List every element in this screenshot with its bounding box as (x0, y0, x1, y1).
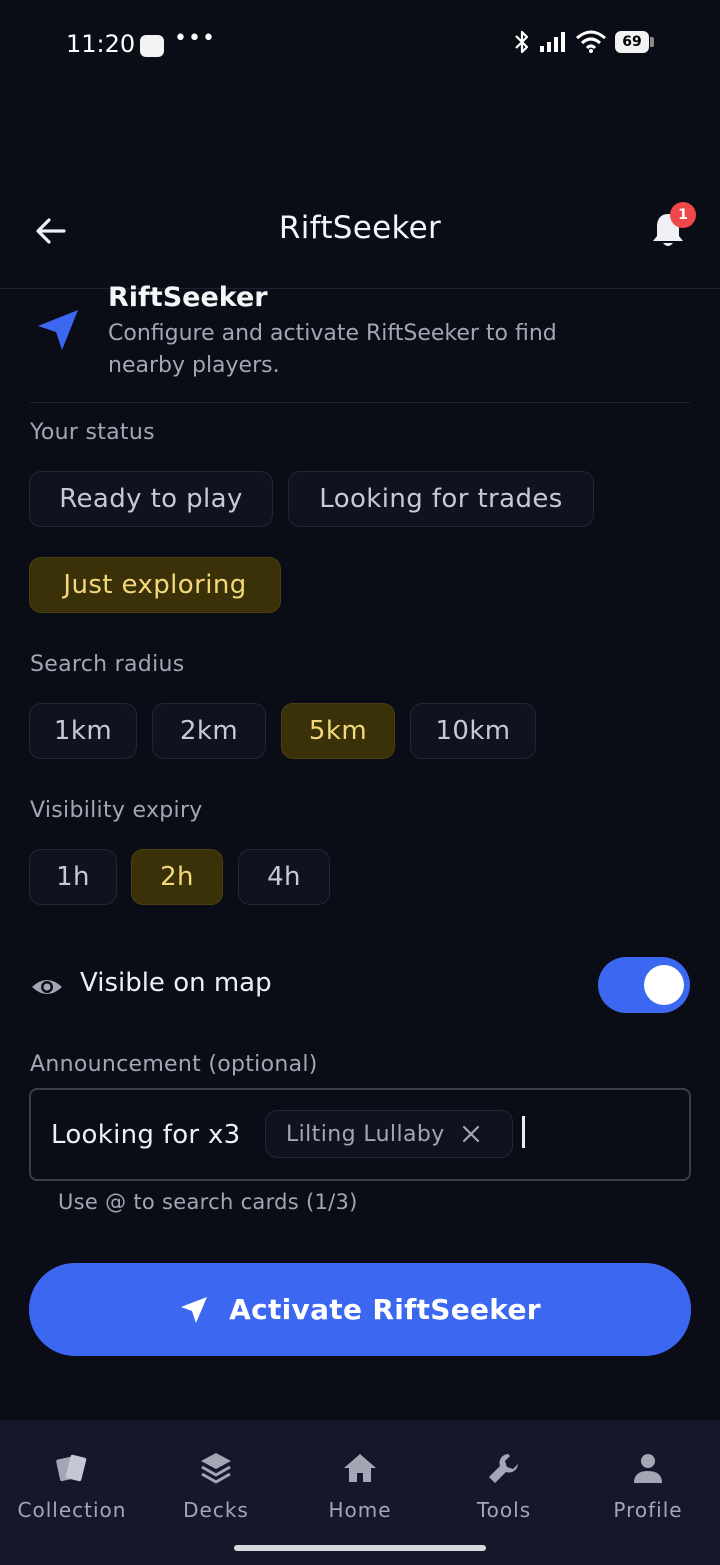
cloud-notification-icon (140, 35, 164, 57)
announcement-input[interactable]: Looking for x3 Lilting Lullaby (29, 1088, 691, 1181)
nav-label-profile: Profile (613, 1498, 683, 1522)
battery-icon: 69 (615, 31, 654, 53)
nav-label-tools: Tools (476, 1498, 532, 1522)
battery-level: 69 (615, 31, 649, 53)
visible-on-map-toggle[interactable] (598, 957, 690, 1013)
navigation-arrow-icon (181, 1296, 208, 1323)
nav-item-profile[interactable]: Profile (576, 1450, 720, 1522)
bottom-nav: Collection Decks Home Tools Profile (0, 1420, 720, 1565)
announcement-text: Looking for x3 (51, 1120, 241, 1150)
status-icons: 69 (513, 30, 654, 54)
home-icon (344, 1454, 376, 1482)
nav-label-home: Home (328, 1498, 392, 1522)
status-option-ready-to-play[interactable]: Ready to play (29, 471, 273, 527)
toggle-knob (644, 965, 684, 1005)
home-indicator[interactable] (234, 1545, 486, 1551)
close-icon[interactable] (461, 1124, 481, 1144)
status-option-just-exploring[interactable]: Just exploring (29, 557, 281, 613)
expiry-option-4h[interactable]: 4h (238, 849, 330, 905)
announcement-helper-text: Use @ to search cards (1/3) (58, 1190, 358, 1214)
nav-item-collection[interactable]: Collection (0, 1450, 144, 1522)
text-caret (522, 1116, 525, 1148)
wrench-icon (489, 1454, 518, 1483)
wifi-icon (576, 30, 606, 53)
radius-option-10km[interactable]: 10km (410, 703, 536, 759)
navigation-arrow-icon (38, 310, 78, 350)
card-tag: Lilting Lullaby (265, 1110, 513, 1158)
nav-item-home[interactable]: Home (288, 1450, 432, 1522)
more-notifications-icon: ••• (174, 26, 216, 51)
nav-label-collection: Collection (17, 1498, 127, 1522)
eye-icon (32, 980, 62, 994)
status-time: 11:20 (66, 30, 136, 58)
expiry-option-1h[interactable]: 1h (29, 849, 117, 905)
expiry-option-2h[interactable]: 2h (131, 849, 223, 905)
status-section-label: Your status (30, 420, 155, 445)
activate-button-label: Activate RiftSeeker (229, 1293, 541, 1326)
announcement-label: Announcement (optional) (30, 1052, 318, 1077)
radius-option-5km[interactable]: 5km (281, 703, 395, 759)
signal-icon (540, 32, 565, 52)
radius-option-1km[interactable]: 1km (29, 703, 137, 759)
visible-on-map-label: Visible on map (80, 968, 272, 998)
bluetooth-icon (515, 30, 529, 54)
intro-title: RiftSeeker (108, 282, 268, 313)
status-option-looking-for-trades[interactable]: Looking for trades (288, 471, 594, 527)
radius-section-label: Search radius (30, 652, 185, 677)
nav-item-tools[interactable]: Tools (432, 1450, 576, 1522)
nav-label-decks: Decks (183, 1498, 249, 1522)
intro-description: Configure and activate RiftSeeker to fin… (108, 321, 557, 378)
radius-option-2km[interactable]: 2km (152, 703, 266, 759)
cards-icon (56, 1454, 87, 1482)
layers-icon (201, 1453, 231, 1484)
nav-item-decks[interactable]: Decks (144, 1450, 288, 1522)
expiry-section-label: Visibility expiry (30, 798, 203, 823)
intro-divider (30, 402, 690, 403)
person-icon (634, 1454, 662, 1483)
activate-riftseeker-button[interactable]: Activate RiftSeeker (29, 1263, 691, 1356)
page-title: RiftSeeker (278, 210, 442, 246)
notification-badge: 1 (670, 202, 696, 228)
card-tag-label: Lilting Lullaby (286, 1121, 445, 1147)
notifications-button[interactable]: 1 (650, 202, 696, 252)
